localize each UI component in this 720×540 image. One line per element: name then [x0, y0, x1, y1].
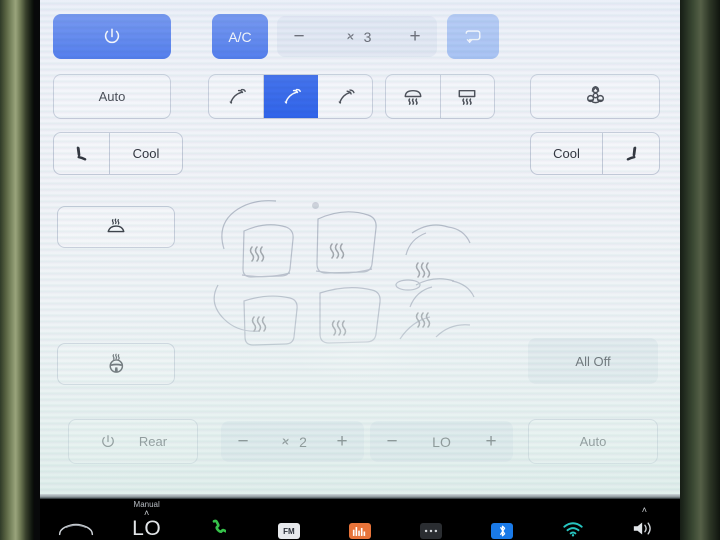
center-touchscreen: AUTO CLIMATE A/C − — [40, 0, 680, 494]
chevron-up-icon[interactable]: ˄ — [144, 509, 149, 518]
airflow-feet-button[interactable] — [318, 75, 372, 118]
seat-heat-rear-left — [251, 316, 267, 332]
taskbar-climate-button[interactable]: Manual ˄ LO — [111, 498, 182, 540]
defrost-front-button[interactable] — [386, 75, 441, 118]
taskbar-phone-button[interactable] — [182, 498, 253, 540]
ac-button[interactable]: A/C — [212, 14, 268, 59]
rear-fan-value: 2 — [299, 433, 307, 450]
taskbar-radio-button[interactable]: FM — [253, 498, 324, 540]
climate-power-button[interactable] — [53, 14, 171, 59]
rear-label: Rear — [138, 434, 168, 449]
heated-steering-wheel-icon — [103, 352, 130, 376]
fan-speed-increase-button[interactable]: + — [393, 16, 437, 57]
dash-pillar-left — [0, 0, 34, 540]
rear-fan-decrease-button[interactable]: − — [221, 421, 265, 462]
rear-power-button[interactable]: Rear — [68, 419, 198, 464]
airflow-mode-group — [208, 74, 373, 119]
taskbar-apps-button[interactable] — [396, 498, 467, 540]
rear-temp-value: LO — [432, 433, 451, 450]
system-taskbar: Manual ˄ LO FM ˄ — [40, 498, 680, 540]
heated-wiper-icon — [103, 216, 129, 238]
taskbar-volume-button[interactable]: ˄ — [609, 498, 680, 540]
fan-icon — [278, 434, 293, 449]
fm-radio-badge: FM — [277, 523, 300, 539]
taskbar-car-button[interactable] — [40, 498, 111, 540]
right-seat-cool-label[interactable]: Cool — [531, 133, 603, 174]
rear-fan-stepper: − 2 + — [221, 421, 364, 462]
dash-pillar-right — [674, 0, 720, 540]
rear-temp-increase-button[interactable]: + — [469, 421, 513, 462]
rear-fan-value-group: 2 — [265, 434, 320, 450]
seat-heat-rear-center — [331, 320, 347, 336]
fan-speed-value: 3 — [363, 28, 372, 45]
rear-fan-increase-button[interactable]: + — [320, 421, 364, 462]
bioweapon-defense-button[interactable] — [530, 74, 660, 119]
taskbar-bluetooth-button[interactable] — [467, 498, 538, 540]
seat-heat-front-right — [329, 243, 345, 259]
heated-wiper-button[interactable] — [57, 206, 175, 248]
biohazard-icon — [583, 84, 608, 109]
power-icon — [99, 433, 117, 451]
volume-icon — [632, 520, 656, 537]
media-eq-badge — [348, 523, 371, 539]
defrost-rear-button[interactable] — [441, 75, 495, 118]
left-seat-icon-button[interactable] — [54, 133, 110, 174]
left-seat-control: Cool — [53, 132, 183, 175]
all-off-button[interactable]: All Off — [528, 338, 658, 384]
power-icon — [101, 26, 123, 48]
recirculate-button[interactable] — [447, 14, 499, 59]
apps-dots-icon — [420, 523, 443, 539]
rear-temp-decrease-button[interactable]: − — [370, 421, 414, 462]
airflow-face-button[interactable] — [209, 75, 264, 118]
chevron-up-icon[interactable]: ˄ — [642, 506, 647, 515]
climate-control-panel: A/C − 3 + Auto Cool Cool All Off Rear − … — [40, 0, 680, 494]
defrost-group — [385, 74, 495, 119]
fan-icon — [343, 29, 358, 44]
climate-temp-value: LO — [132, 517, 162, 540]
seat-heat-rear-right — [415, 262, 431, 278]
seat-icon-mirrored — [619, 143, 643, 165]
car-icon — [56, 519, 96, 539]
panel-header-cropped: AUTO CLIMATE — [40, 0, 680, 6]
rear-auto-button[interactable]: Auto — [528, 419, 658, 464]
dashboard-photo: AUTO CLIMATE A/C − — [0, 0, 720, 540]
taskbar-media-button[interactable] — [324, 498, 395, 540]
right-seat-icon-button[interactable] — [603, 133, 659, 174]
rear-temperature-stepper: − LO + — [370, 421, 513, 462]
recirculate-icon — [462, 27, 484, 47]
right-seat-control: Cool — [530, 132, 660, 175]
fan-speed-stepper: − 3 + — [277, 16, 437, 57]
heated-steering-wheel-button[interactable] — [57, 343, 175, 385]
left-seat-cool-label[interactable]: Cool — [110, 133, 182, 174]
airflow-face-feet-button[interactable] — [263, 75, 319, 118]
screen-bottom-glare — [40, 494, 680, 499]
fan-speed-value-group: 3 — [321, 29, 393, 45]
seat-heat-rear-right-2 — [415, 312, 431, 328]
auto-button[interactable]: Auto — [53, 74, 171, 119]
bluetooth-icon — [491, 523, 514, 539]
phone-icon — [210, 519, 226, 537]
seat-icon — [70, 143, 94, 165]
seat-heat-front-left — [249, 246, 265, 262]
taskbar-wifi-button[interactable] — [538, 498, 609, 540]
wifi-icon — [562, 521, 584, 537]
panel-title: AUTO — [44, 0, 92, 3]
cabin-seat-heat-diagram[interactable] — [200, 189, 520, 369]
fan-speed-decrease-button[interactable]: − — [277, 16, 321, 57]
